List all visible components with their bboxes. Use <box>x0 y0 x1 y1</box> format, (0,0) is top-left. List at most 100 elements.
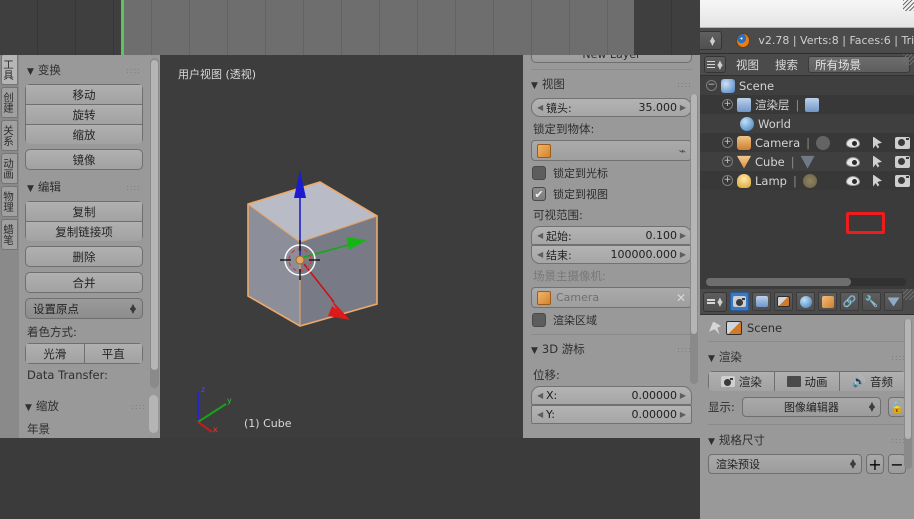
dimensions-section-header[interactable]: ▼ 规格尺寸 :::: <box>708 430 906 454</box>
sidebar-tab-physics[interactable]: 物理 <box>1 186 18 217</box>
editor-type-selector-properties[interactable]: ▲ ▼ <box>703 291 727 312</box>
view-section-header[interactable]: ▼ 视图 :::: <box>531 74 692 98</box>
decrement-arrow-icon[interactable]: ◀ <box>537 410 543 419</box>
shade-flat-button[interactable]: 平直 <box>83 343 143 364</box>
expand-expander-icon[interactable]: + <box>722 137 733 148</box>
clip-start-field[interactable]: ◀ 起始: 0.100 ▶ <box>531 226 692 245</box>
sidebar-tab-relations[interactable]: 关系 <box>1 120 18 151</box>
collapse-expander-icon[interactable]: − <box>706 80 717 91</box>
sidebar-tab-tools[interactable]: 工具 <box>1 54 18 85</box>
render-audio-button[interactable]: 🔊 音频 <box>839 371 906 391</box>
decrement-arrow-icon[interactable]: ◀ <box>537 103 543 112</box>
outliner-display-mode[interactable]: 所有场景 <box>808 56 910 73</box>
lock-view-row[interactable]: ✔ 锁定到视图 <box>532 186 692 202</box>
list-item[interactable]: + Cube | <box>700 152 914 171</box>
disable-in-render-toggle[interactable] <box>895 136 910 149</box>
lock-cursor-row[interactable]: 锁定到光标 <box>532 165 692 181</box>
list-item[interactable]: + 渲染层 | <box>700 95 914 114</box>
list-item[interactable]: + Lamp | <box>700 171 914 190</box>
expand-expander-icon[interactable]: + <box>722 99 733 110</box>
increment-arrow-icon[interactable]: ▶ <box>680 103 686 112</box>
cursor-y-field[interactable]: ◀ Y: 0.00000 ▶ <box>531 405 692 424</box>
clear-camera-icon[interactable]: ✕ <box>676 291 686 305</box>
tab-constraints[interactable]: 🔗 <box>840 292 859 311</box>
add-preset-button[interactable]: + <box>866 454 884 474</box>
tab-object-data[interactable] <box>884 292 903 311</box>
eyedropper-icon[interactable]: ⌁ <box>679 144 686 158</box>
camera-data-icon[interactable] <box>816 135 831 150</box>
disable-in-render-toggle[interactable] <box>895 155 910 168</box>
decrement-arrow-icon[interactable]: ◀ <box>537 391 543 400</box>
sidebar-tab-greasepencil[interactable]: 蜡笔 <box>1 219 18 250</box>
view-properties-scrollbar[interactable] <box>690 94 698 384</box>
list-item[interactable]: World <box>700 114 914 133</box>
outliner-menu-search[interactable]: 搜索 <box>769 57 804 73</box>
list-item[interactable]: − Scene <box>700 76 914 95</box>
shade-smooth-button[interactable]: 光滑 <box>25 343 84 364</box>
hide-in-viewport-toggle[interactable] <box>846 137 860 148</box>
render-image-button[interactable]: 渲染 <box>708 371 774 391</box>
edit-section-header[interactable]: ▼ 编辑 :::: <box>25 175 143 201</box>
tab-modifiers[interactable]: 🔧 <box>862 292 881 311</box>
tab-render-layers[interactable] <box>752 292 771 311</box>
list-item[interactable]: + Camera | <box>700 133 914 152</box>
render-border-checkbox[interactable] <box>532 313 546 327</box>
rotate-button[interactable]: 旋转 <box>25 104 143 125</box>
sidebar-tab-animation[interactable]: 动画 <box>1 153 18 184</box>
disable-selection-toggle[interactable] <box>873 136 882 149</box>
increment-arrow-icon[interactable]: ▶ <box>680 231 686 240</box>
duplicate-linked-button[interactable]: 复制链接项 <box>25 221 143 241</box>
delete-button[interactable]: 删除 <box>25 246 143 267</box>
zoom-section-header[interactable]: ▼ 缩放 :::: <box>25 398 146 414</box>
expand-expander-icon[interactable]: + <box>722 175 733 186</box>
increment-arrow-icon[interactable]: ▶ <box>680 250 686 259</box>
cube-object-3d[interactable] <box>212 154 402 354</box>
display-mode-dropdown[interactable]: 图像编辑器 ▲ ▼ <box>741 397 881 417</box>
render-preset-dropdown[interactable]: 渲染预设 ▲ ▼ <box>708 454 862 474</box>
scene-camera-field[interactable]: Camera ✕ <box>531 287 692 308</box>
mirror-button[interactable]: 镜像 <box>25 149 143 170</box>
tab-scene[interactable] <box>774 292 793 311</box>
hide-in-viewport-toggle[interactable] <box>846 156 860 167</box>
increment-arrow-icon[interactable]: ▶ <box>680 410 686 419</box>
outliner-menu-view[interactable]: 视图 <box>730 57 765 73</box>
tool-shelf-scrollbar[interactable] <box>150 58 159 388</box>
join-button[interactable]: 合并 <box>25 272 143 293</box>
tab-object[interactable] <box>818 292 837 311</box>
render-animation-button[interactable]: 动画 <box>773 371 840 391</box>
transform-section-header[interactable]: ▼ 变换 :::: <box>25 60 143 84</box>
decrement-arrow-icon[interactable]: ◀ <box>537 250 543 259</box>
duplicate-button[interactable]: 复制 <box>25 201 143 222</box>
outliner-horizontal-scrollbar[interactable] <box>706 278 906 286</box>
tool-shelf-scroll-thumb-lower[interactable] <box>149 395 158 433</box>
tab-render[interactable] <box>730 292 749 311</box>
disable-in-render-toggle[interactable] <box>895 174 910 187</box>
new-layer-button[interactable]: New Layer <box>531 54 692 63</box>
disable-selection-toggle[interactable] <box>873 174 882 187</box>
lock-cursor-checkbox[interactable] <box>532 166 546 180</box>
tab-world[interactable] <box>796 292 815 311</box>
translate-button[interactable]: 移动 <box>25 84 143 105</box>
scale-button[interactable]: 缩放 <box>25 124 143 144</box>
render-border-row[interactable]: 渲染区域 <box>532 312 692 328</box>
decrement-arrow-icon[interactable]: ◀ <box>537 231 543 240</box>
set-origin-dropdown[interactable]: 设置原点 ▲ ▼ <box>25 298 143 319</box>
timeline-playhead[interactable] <box>121 0 124 55</box>
lock-object-field[interactable]: ⌁ <box>531 140 692 161</box>
expand-expander-icon[interactable]: + <box>722 156 733 167</box>
increment-arrow-icon[interactable]: ▶ <box>680 391 686 400</box>
properties-scrollbar[interactable] <box>904 319 912 469</box>
disable-selection-toggle[interactable] <box>873 155 882 168</box>
cursor-section-header[interactable]: ▼ 3D 游标 :::: <box>531 339 692 363</box>
lock-view-checkbox[interactable]: ✔ <box>532 187 546 201</box>
hide-in-viewport-toggle[interactable] <box>846 175 860 186</box>
render-section-header[interactable]: ▼ 渲染 :::: <box>708 347 906 371</box>
cursor-x-field[interactable]: ◀ X: 0.00000 ▶ <box>531 386 692 405</box>
editor-type-selector-outliner[interactable]: ▲ ▼ <box>704 56 726 73</box>
lamp-data-icon[interactable] <box>802 173 817 188</box>
pin-icon[interactable] <box>709 321 721 335</box>
clip-end-field[interactable]: ◀ 结束: 100000.000 ▶ <box>531 245 692 264</box>
lens-field[interactable]: ◀ 镜头: 35.000 ▶ <box>531 98 692 117</box>
3d-viewport[interactable]: 用户视图 (透视) z y x (1) Cube <box>160 54 523 438</box>
renderlayer-data-icon[interactable] <box>805 97 820 112</box>
